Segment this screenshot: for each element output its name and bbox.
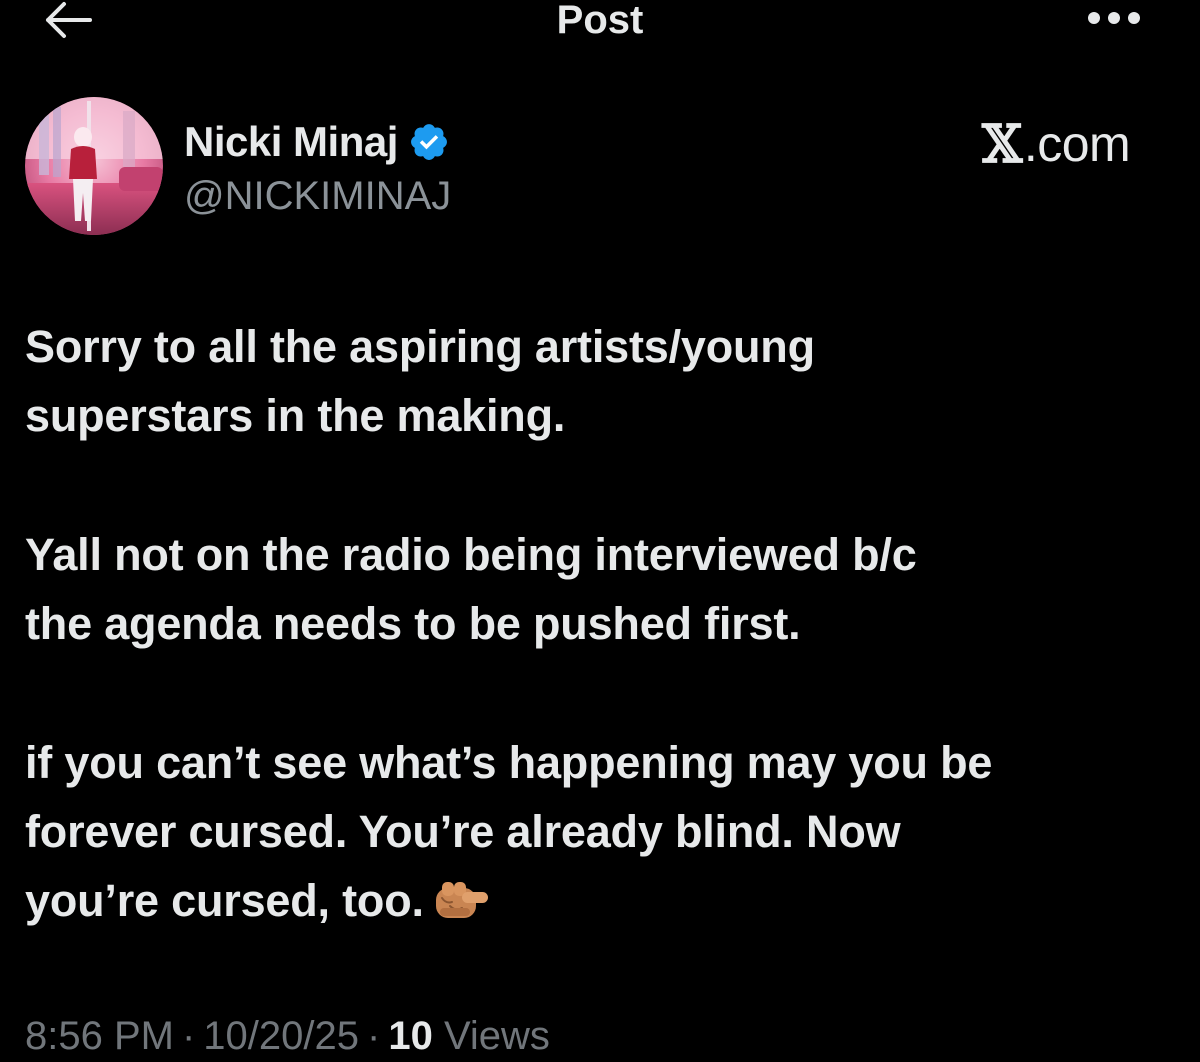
page-title: Post xyxy=(556,0,644,42)
post-paragraph-text: if you can’t see what’s happening may yo… xyxy=(25,737,993,926)
author-name-row[interactable]: Nicki Minaj xyxy=(184,114,450,170)
post-paragraph-last: if you can’t see what’s happening may yo… xyxy=(25,728,1185,935)
meta-separator: · xyxy=(181,1014,196,1058)
post-paragraph: Sorry to all the aspiring artists/young … xyxy=(25,321,815,441)
post-metadata: 8:56 PM · 10/20/25 · 10 Views xyxy=(25,1010,550,1062)
top-bar: Post xyxy=(0,0,1200,44)
post-paragraph: Yall not on the radio being interviewed … xyxy=(25,529,917,649)
post-date[interactable]: 10/20/25 xyxy=(203,1014,359,1058)
author-display-name[interactable]: Nicki Minaj xyxy=(184,118,398,166)
views-count: 10 xyxy=(388,1014,433,1058)
backhand-index-pointing-right-icon xyxy=(435,882,488,918)
xcom-watermark: 𝕏 .com xyxy=(982,113,1131,175)
verified-badge-icon xyxy=(410,124,447,160)
x-logo: 𝕏 xyxy=(982,113,1022,175)
author-handle[interactable]: @NICKIMINAJ xyxy=(184,172,451,220)
xcom-domain-text: .com xyxy=(1023,116,1131,172)
post-text: Sorry to all the aspiring artists/young … xyxy=(25,312,1185,935)
views-label: Views xyxy=(443,1014,550,1058)
more-horizontal-icon xyxy=(1088,12,1140,24)
post-time[interactable]: 8:56 PM xyxy=(25,1014,174,1058)
meta-separator: · xyxy=(367,1014,381,1058)
more-options-button[interactable] xyxy=(1084,4,1144,32)
avatar[interactable] xyxy=(25,97,163,235)
avatar-image xyxy=(25,97,163,235)
